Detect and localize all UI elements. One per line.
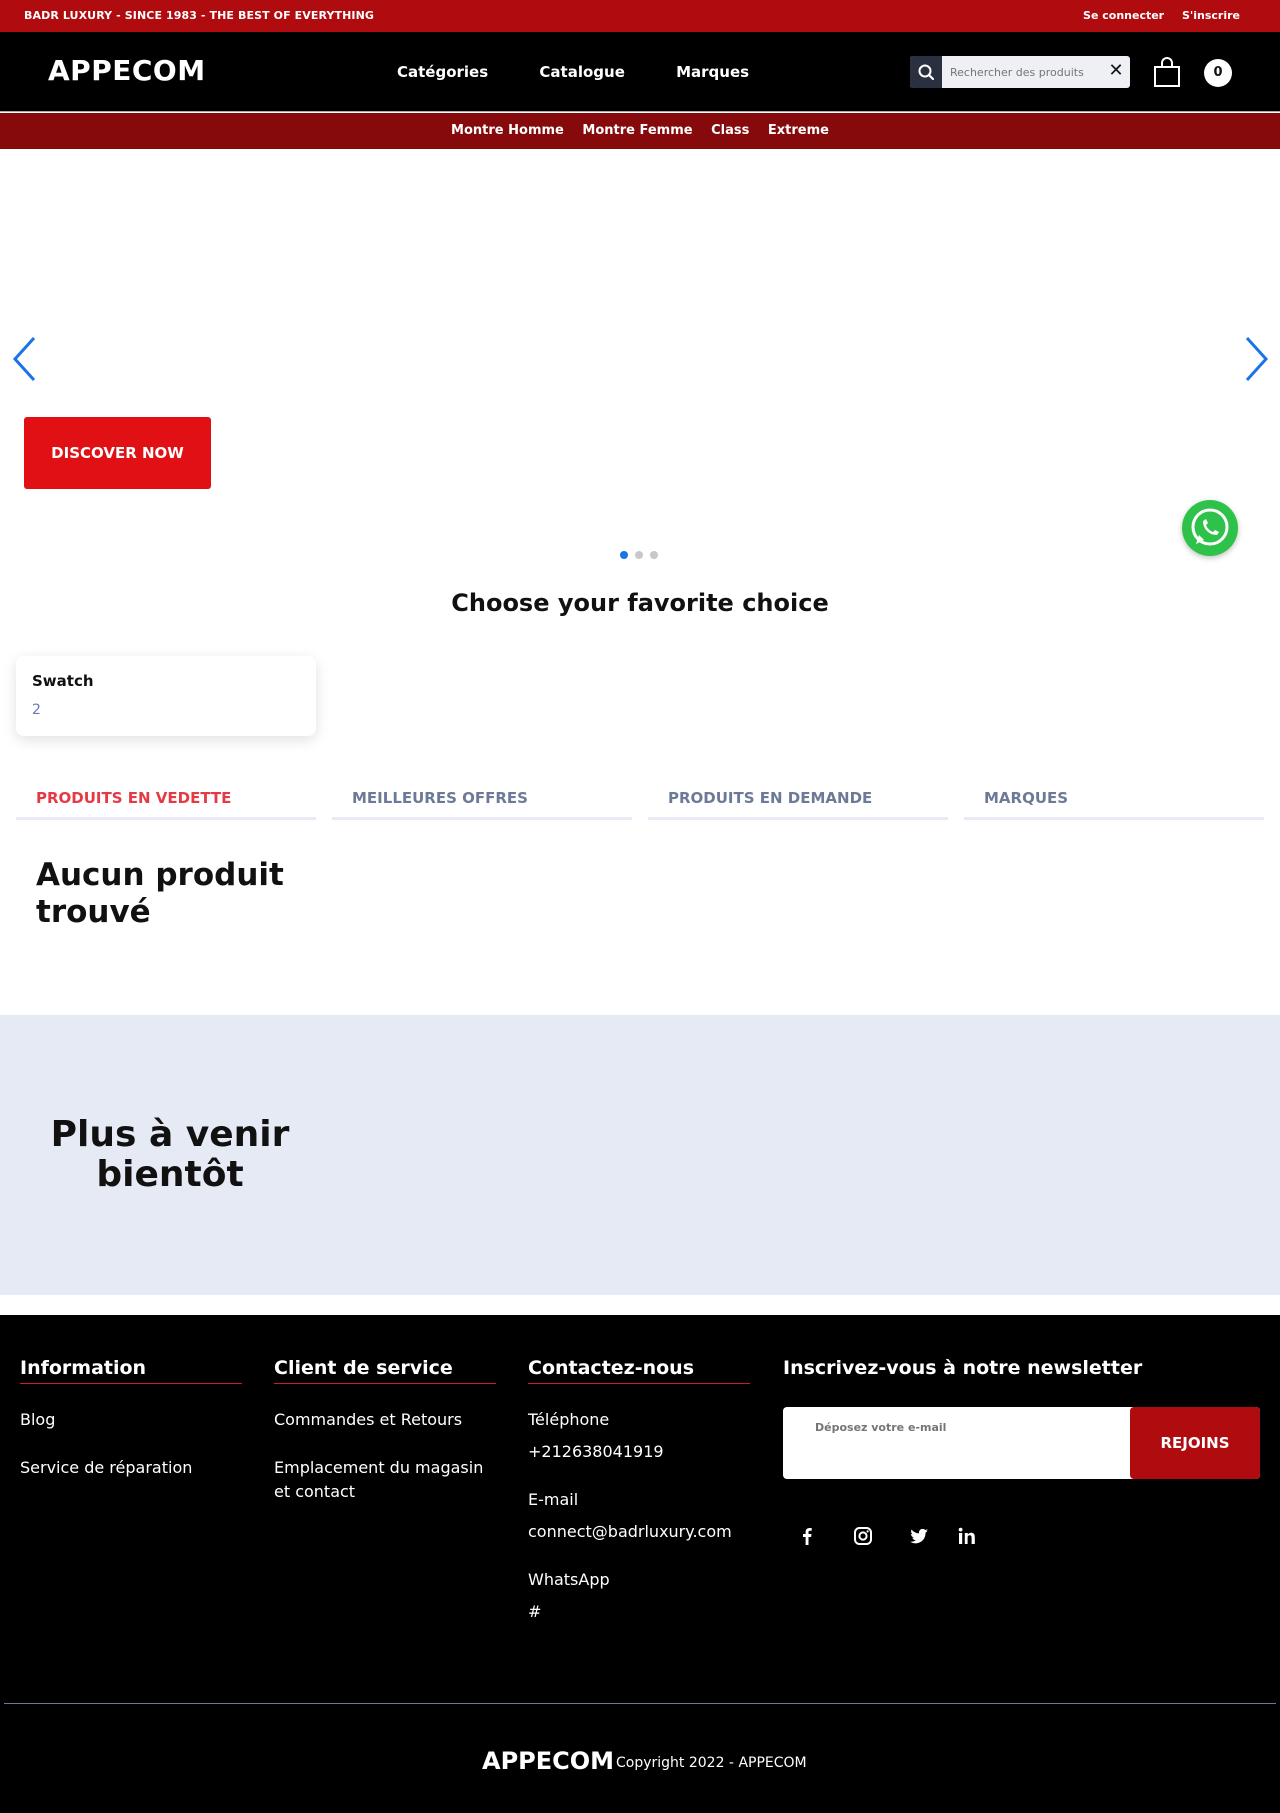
nav-catalogue[interactable]: Catalogue xyxy=(539,63,624,81)
signup-link[interactable]: S'inscrire xyxy=(1182,9,1240,22)
newsletter-title: Inscrivez-vous à notre newsletter xyxy=(783,1357,1143,1379)
subnav-item-extreme[interactable]: Extreme xyxy=(768,123,829,138)
carousel-dot[interactable] xyxy=(650,551,658,559)
carousel-dot[interactable] xyxy=(620,551,628,559)
footer-service-title: Client de service xyxy=(274,1357,496,1384)
twitter-icon[interactable] xyxy=(907,1524,931,1548)
email-value[interactable]: connect@badrluxury.com xyxy=(528,1520,750,1544)
newsletter-form: REJOINS xyxy=(783,1407,1260,1479)
footer-divider xyxy=(4,1703,1276,1704)
carousel-next-icon[interactable] xyxy=(1243,336,1269,382)
auth-links: Se connecter S'inscrire xyxy=(1069,9,1240,22)
brand-name: Swatch xyxy=(32,672,94,690)
newsletter-email-field[interactable] xyxy=(799,1415,1119,1439)
empty-products-message: Aucun produit trouvé xyxy=(36,857,284,930)
phone-label: Téléphone xyxy=(528,1410,610,1429)
footer-contact-title: Contactez-nous xyxy=(528,1357,750,1384)
facebook-icon[interactable] xyxy=(795,1524,819,1548)
subnav-item-montre-homme[interactable]: Montre Homme xyxy=(451,123,564,138)
instagram-icon[interactable] xyxy=(851,1524,875,1548)
whatsapp-value[interactable]: # xyxy=(528,1600,750,1624)
search-icon[interactable] xyxy=(910,56,942,88)
carousel-dots xyxy=(620,544,665,559)
whatsapp-label: WhatsApp xyxy=(528,1570,610,1589)
footer-link-orders[interactable]: Commandes et Retours xyxy=(274,1408,496,1432)
footer-link-store-location[interactable]: Emplacement du magasin et contact xyxy=(274,1456,496,1504)
search-box: ✕ xyxy=(910,56,1130,88)
shopping-bag-icon[interactable] xyxy=(1153,56,1181,88)
category-subnav: Montre Homme Montre Femme Class Extreme xyxy=(0,113,1280,149)
footer-info-title: Information xyxy=(20,1357,242,1384)
tab-featured[interactable]: PRODUITS EN VEDETTE xyxy=(16,786,316,820)
coming-soon-section: Plus à venir bientôt xyxy=(0,1015,1280,1295)
subnav-item-montre-femme[interactable]: Montre Femme xyxy=(582,123,692,138)
tab-in-demand[interactable]: PRODUITS EN DEMANDE xyxy=(648,786,948,820)
login-link[interactable]: Se connecter xyxy=(1083,9,1164,22)
footer-info-column: Information Blog Service de réparation xyxy=(20,1357,242,1480)
subnav-item-class[interactable]: Class xyxy=(711,123,749,138)
footer: Information Blog Service de réparation C… xyxy=(0,1315,1280,1813)
brand-card[interactable]: Swatch 2 xyxy=(16,656,316,736)
nav-categories[interactable]: Catégories xyxy=(397,63,488,81)
copyright-text: Copyright 2022 - APPECOM xyxy=(616,1755,807,1771)
main-header: APPECOM Catégories Catalogue Marques ✕ 0 xyxy=(0,32,1280,112)
tagline: BADR LUXURY - SINCE 1983 - THE BEST OF E… xyxy=(24,9,375,22)
choice-title: Choose your favorite choice xyxy=(451,589,829,617)
carousel-dot[interactable] xyxy=(635,551,643,559)
nav-brands[interactable]: Marques xyxy=(676,63,749,81)
whatsapp-icon[interactable] xyxy=(1182,500,1238,556)
top-bar: BADR LUXURY - SINCE 1983 - THE BEST OF E… xyxy=(0,0,1280,32)
email-label: E-mail xyxy=(528,1490,579,1509)
site-logo[interactable]: APPECOM xyxy=(48,54,206,87)
footer-contact-column: Contactez-nous Téléphone +212638041919 E… xyxy=(528,1357,750,1624)
linkedin-icon[interactable] xyxy=(955,1524,979,1548)
coming-soon-text: Plus à venir bientôt xyxy=(50,1114,290,1195)
tab-best-offers[interactable]: MEILLEURES OFFRES xyxy=(332,786,632,820)
newsletter-join-button[interactable]: REJOINS xyxy=(1130,1407,1260,1479)
carousel-prev-icon[interactable] xyxy=(12,336,38,382)
footer-link-repair[interactable]: Service de réparation xyxy=(20,1456,242,1480)
footer-logo[interactable]: APPECOM xyxy=(482,1747,614,1775)
brand-count: 2 xyxy=(32,702,41,718)
phone-value[interactable]: +212638041919 xyxy=(528,1440,750,1464)
clear-search-icon[interactable]: ✕ xyxy=(1106,61,1126,81)
footer-service-column: Client de service Commandes et Retours E… xyxy=(274,1357,496,1504)
discover-now-button[interactable]: DISCOVER NOW xyxy=(24,417,211,489)
cart-count-badge[interactable]: 0 xyxy=(1204,59,1232,87)
footer-link-blog[interactable]: Blog xyxy=(20,1408,242,1432)
main-nav: Catégories Catalogue Marques xyxy=(397,63,795,81)
search-input[interactable] xyxy=(942,56,1102,88)
newsletter-section: Inscrivez-vous à notre newsletter REJOIN… xyxy=(783,1357,1263,1545)
tab-brands[interactable]: MARQUES xyxy=(964,786,1264,820)
